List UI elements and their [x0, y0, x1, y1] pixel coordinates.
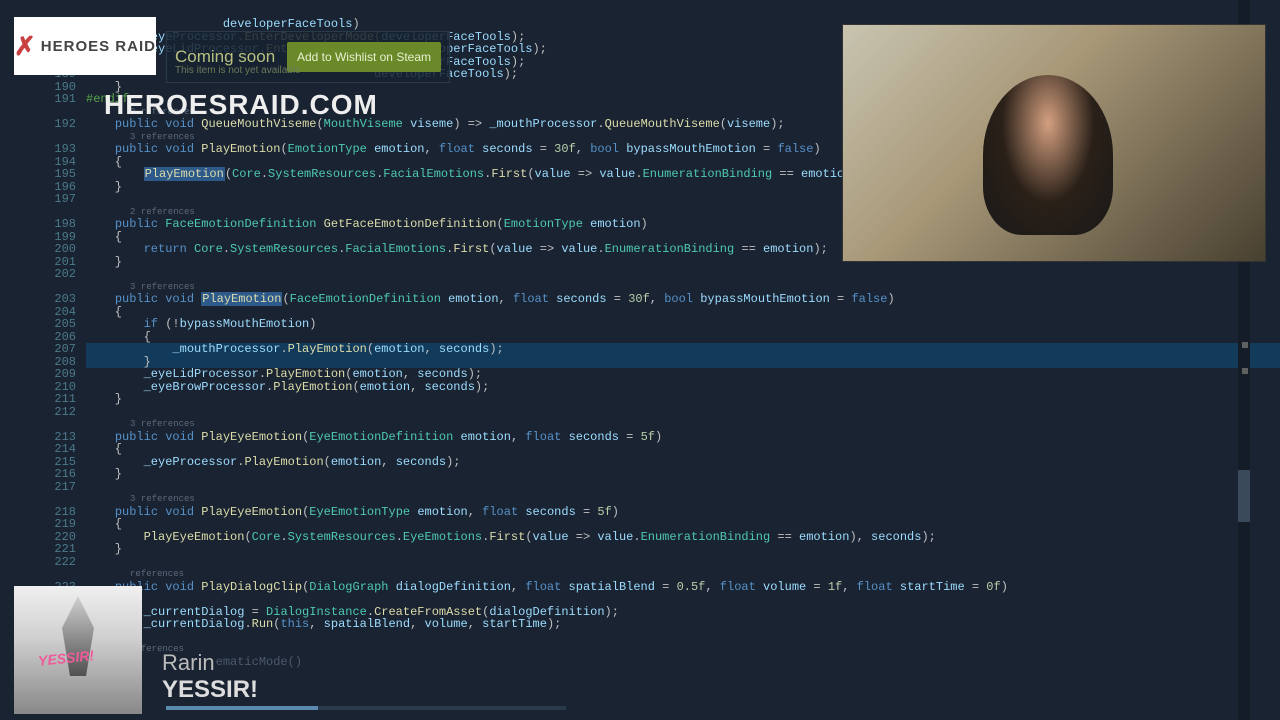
music-overlay: YESSIR! Rarin YESSIR! — [14, 586, 564, 714]
music-artist: Rarin — [162, 650, 258, 676]
promo-coming-text: Coming soon — [175, 47, 275, 67]
music-info: Rarin YESSIR! — [142, 650, 258, 714]
scrollbar-thumb[interactable] — [1238, 470, 1250, 522]
promo-bar: Coming soon This item is not yet availab… — [166, 31, 450, 83]
album-art: YESSIR! — [14, 586, 142, 714]
promo-url: HEROESRAID.COM — [104, 89, 378, 121]
scroll-marker — [1242, 368, 1248, 374]
promo-overlay: ✗ HEROES RAID Coming soon This item is n… — [14, 13, 446, 143]
wishlist-button[interactable]: Add to Wishlist on Steam — [287, 42, 441, 72]
music-track: YESSIR! — [162, 676, 258, 704]
promo-logo: ✗ HEROES RAID — [14, 17, 156, 75]
promo-logo-icon: ✗ — [14, 31, 37, 62]
promo-logo-text: HEROES RAID — [41, 38, 156, 55]
album-art-text: YESSIR! — [37, 647, 94, 669]
promo-sub-text: This item is not yet available — [175, 65, 301, 76]
music-progress-fill — [166, 706, 318, 710]
webcam-overlay — [842, 24, 1266, 262]
music-progress[interactable] — [166, 706, 566, 710]
scroll-marker — [1242, 342, 1248, 348]
